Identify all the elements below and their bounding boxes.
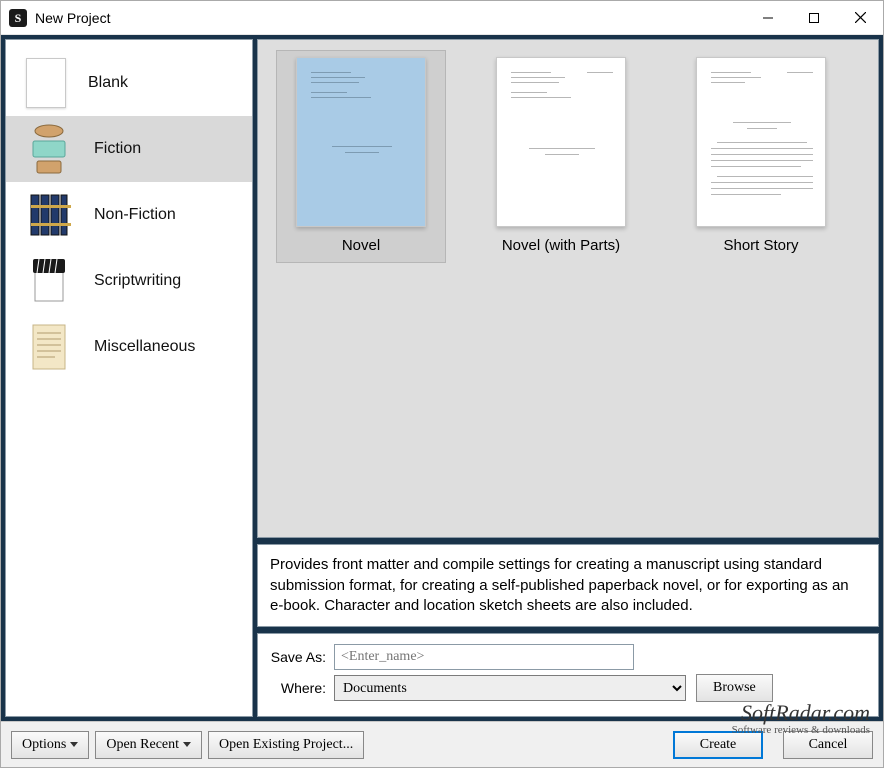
open-recent-label: Open Recent — [106, 737, 179, 753]
close-button[interactable] — [837, 1, 883, 35]
category-fiction[interactable]: Fiction — [6, 116, 252, 182]
template-label: Novel — [342, 231, 380, 262]
open-existing-label: Open Existing Project... — [219, 737, 353, 753]
browse-button[interactable]: Browse — [696, 674, 773, 702]
bottom-bar: Options Open Recent Open Existing Projec… — [1, 721, 883, 767]
window-title: New Project — [35, 10, 745, 26]
maximize-button[interactable] — [791, 1, 837, 35]
open-recent-button[interactable]: Open Recent — [95, 731, 202, 759]
fiction-icon — [26, 121, 72, 177]
create-button[interactable]: Create — [673, 731, 763, 759]
category-scriptwriting[interactable]: Scriptwriting — [6, 248, 252, 314]
nonfiction-icon — [26, 187, 72, 243]
titlebar: New Project — [1, 1, 883, 35]
template-panel: Novel Novel (with P — [257, 39, 879, 538]
open-existing-button[interactable]: Open Existing Project... — [208, 731, 364, 759]
category-panel: Blank Fiction — [5, 39, 253, 717]
minimize-button[interactable] — [745, 1, 791, 35]
category-label: Fiction — [94, 140, 141, 158]
category-blank[interactable]: Blank — [6, 50, 252, 116]
right-column: Novel Novel (with P — [257, 39, 879, 717]
options-button[interactable]: Options — [11, 731, 89, 759]
template-description: Provides front matter and compile settin… — [257, 544, 879, 627]
where-label: Where: — [268, 680, 334, 696]
template-novel[interactable]: Novel — [276, 50, 446, 263]
template-preview — [296, 57, 426, 227]
category-miscellaneous[interactable]: Miscellaneous — [6, 314, 252, 380]
category-label: Scriptwriting — [94, 272, 181, 290]
saveas-label: Save As: — [268, 649, 334, 665]
dialog-body: Blank Fiction — [1, 35, 883, 767]
scriptwriting-icon — [26, 253, 72, 309]
template-short-story[interactable]: Short Story — [676, 50, 846, 263]
category-label: Blank — [88, 74, 128, 92]
dropdown-icon — [70, 742, 78, 747]
template-label: Novel (with Parts) — [502, 231, 620, 262]
app-icon — [9, 9, 27, 27]
where-select[interactable]: Documents — [334, 675, 686, 701]
saveas-input[interactable] — [334, 644, 634, 670]
template-preview — [696, 57, 826, 227]
miscellaneous-icon — [26, 319, 72, 375]
content-row: Blank Fiction — [5, 39, 879, 717]
dropdown-icon — [183, 742, 191, 747]
options-label: Options — [22, 737, 66, 753]
template-label: Short Story — [723, 231, 798, 262]
category-nonfiction[interactable]: Non-Fiction — [6, 182, 252, 248]
template-preview — [496, 57, 626, 227]
category-label: Miscellaneous — [94, 338, 195, 356]
cancel-button[interactable]: Cancel — [783, 731, 873, 759]
template-novel-parts[interactable]: Novel (with Parts) — [476, 50, 646, 263]
save-area: Save As: Where: Documents Browse — [257, 633, 879, 717]
blank-page-icon — [26, 58, 66, 108]
category-label: Non-Fiction — [94, 206, 176, 224]
window: New Project Blank — [0, 0, 884, 768]
